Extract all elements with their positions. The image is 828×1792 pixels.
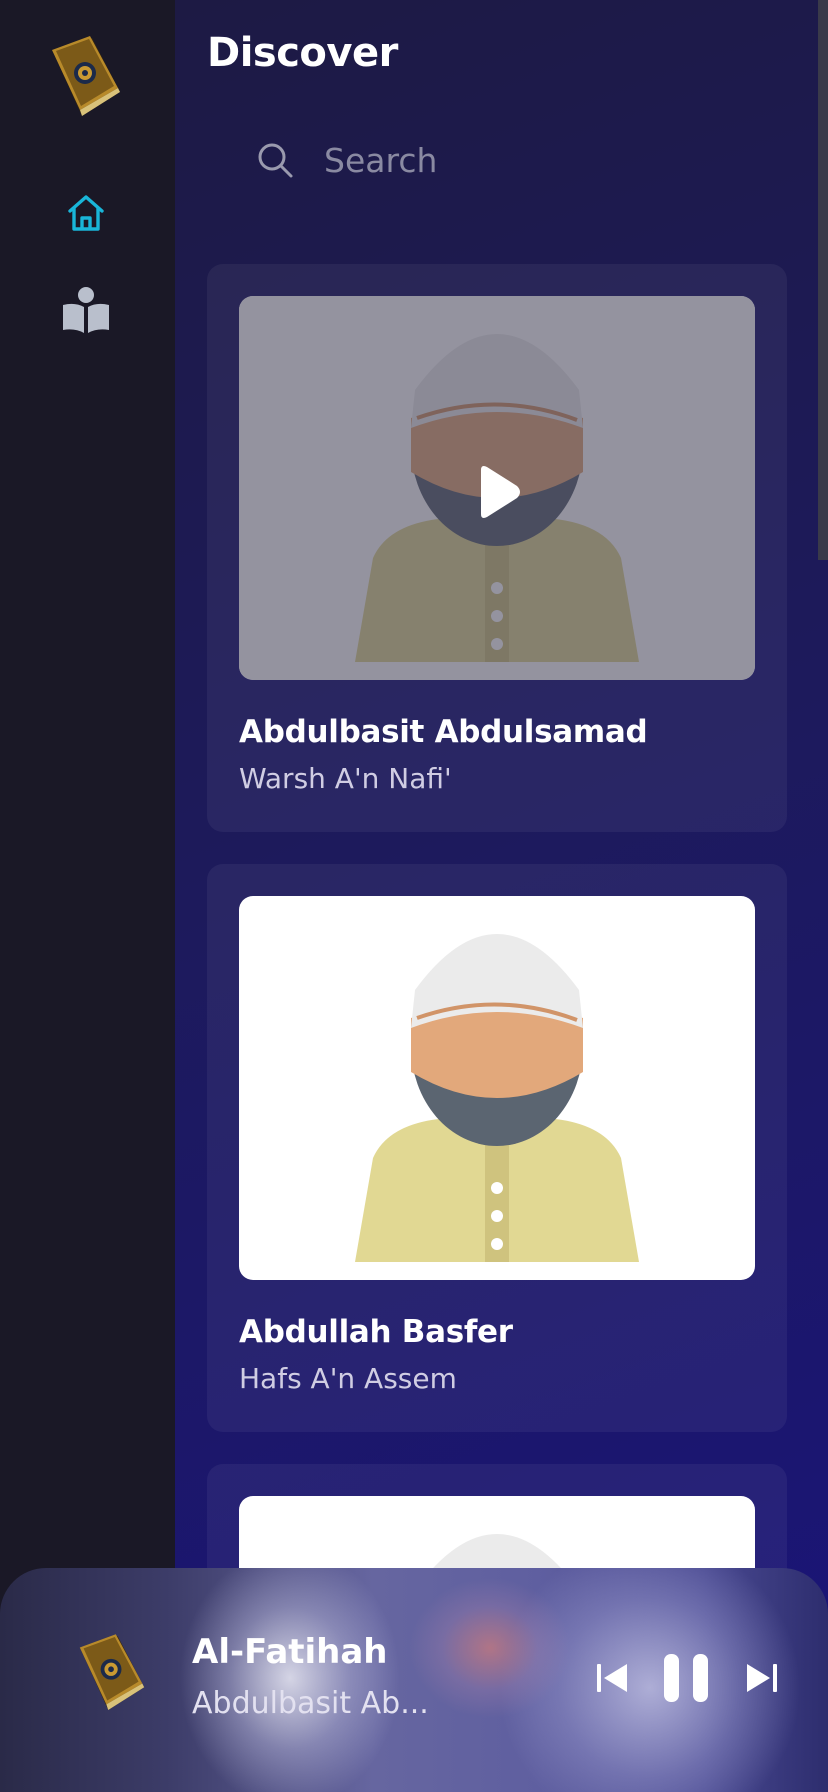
skip-previous-button[interactable] xyxy=(592,1660,632,1700)
reciter-card[interactable]: Abdulbasit Abdulsamad Warsh A'n Nafi' xyxy=(207,264,787,832)
sidebar-item-reading[interactable] xyxy=(60,286,112,338)
scrollbar[interactable] xyxy=(818,0,828,560)
skip-previous-icon xyxy=(594,1660,630,1700)
search-icon[interactable] xyxy=(255,140,295,180)
reciter-riwaya: Warsh A'n Nafi' xyxy=(239,762,452,795)
reciter-name: Abdulbasit Abdulsamad xyxy=(239,714,648,750)
reading-book-icon xyxy=(61,285,111,339)
skip-next-button[interactable] xyxy=(742,1660,782,1700)
person-avatar-icon xyxy=(355,934,639,1262)
reciter-riwaya: Hafs A'n Assem xyxy=(239,1362,457,1395)
quran-book-icon xyxy=(48,36,124,120)
sidebar-item-home[interactable] xyxy=(61,190,111,240)
pause-icon xyxy=(662,1652,710,1708)
skip-next-icon xyxy=(744,1660,780,1700)
reciter-name: Abdullah Basfer xyxy=(239,1314,513,1350)
reciter-avatar[interactable] xyxy=(239,896,755,1280)
reciter-avatar[interactable] xyxy=(239,296,755,680)
page-title: Discover xyxy=(207,30,398,76)
now-playing-bar[interactable]: Al-Fatihah Abdulbasit Ab... xyxy=(0,1568,828,1792)
reciter-card[interactable]: Abdullah Basfer Hafs A'n Assem xyxy=(207,864,787,1432)
track-title: Al-Fatihah xyxy=(192,1632,388,1672)
home-icon xyxy=(65,192,107,238)
play-icon[interactable] xyxy=(467,462,527,522)
main-content[interactable]: Discover Search Abdulbasit Abdulsamad Wa… xyxy=(175,0,828,1792)
quran-book-icon xyxy=(76,1634,148,1714)
pause-button[interactable] xyxy=(660,1652,712,1708)
track-artist: Abdulbasit Ab... xyxy=(192,1686,429,1721)
app-root: Discover Search Abdulbasit Abdulsamad Wa… xyxy=(0,0,828,1792)
search-input[interactable] xyxy=(322,139,706,181)
search-bar[interactable] xyxy=(255,130,755,190)
sidebar xyxy=(0,0,175,1792)
